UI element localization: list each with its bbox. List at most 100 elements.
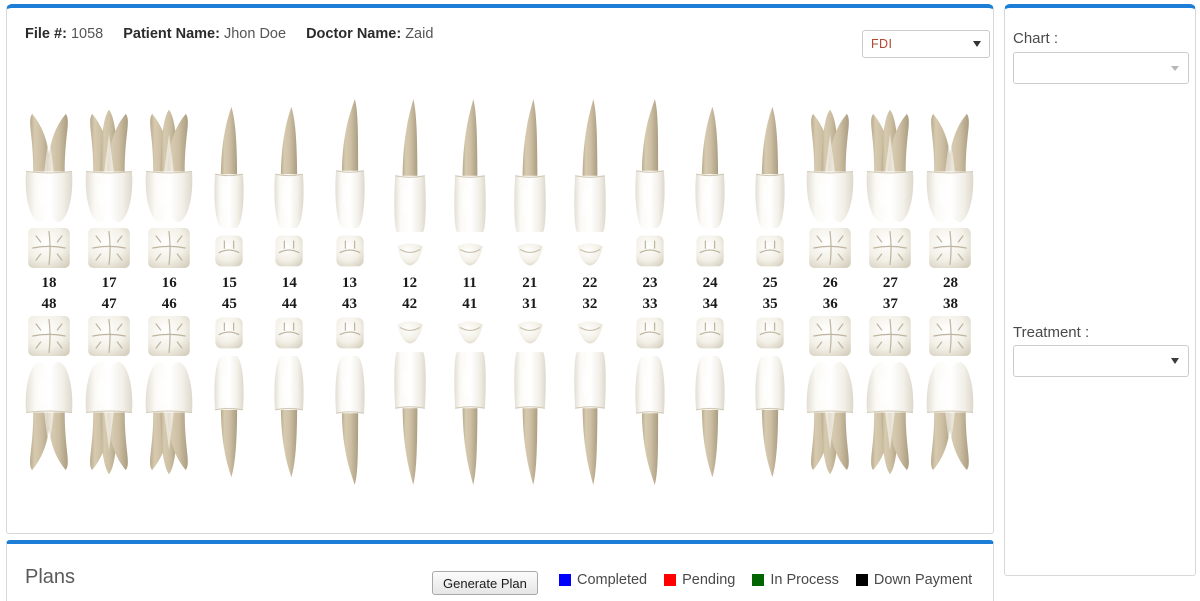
tooth-36[interactable] — [800, 311, 860, 479]
tooth-41[interactable] — [440, 311, 500, 489]
legend-item-in-process: In Process — [752, 572, 839, 588]
tooth-profile-view — [393, 352, 426, 485]
tooth-31[interactable] — [500, 311, 560, 489]
tooth-occlusal-view — [696, 235, 724, 267]
tooth-number-27[interactable]: 27 — [860, 275, 920, 292]
tooth-profile-view — [806, 109, 854, 222]
tooth-occlusal-view — [335, 317, 364, 349]
app-root: File #: 1058 Patient Name: Jhon Doe Doct… — [0, 0, 1200, 601]
tooth-number-14[interactable]: 14 — [259, 275, 319, 292]
doctor-name-value: Zaid — [405, 26, 434, 42]
file-number-group: File #: 1058 — [25, 26, 107, 42]
tooth-13[interactable] — [319, 95, 379, 273]
chart-treatment-sidebar: Chart : Treatment : — [1004, 4, 1196, 576]
tooth-occlusal-view — [148, 316, 191, 356]
notation-system-select[interactable]: FDI — [862, 30, 990, 58]
tooth-43[interactable] — [319, 311, 379, 489]
tooth-number-25[interactable]: 25 — [740, 275, 800, 292]
tooth-profile-view — [85, 362, 133, 475]
tooth-occlusal-view — [517, 321, 543, 344]
tooth-profile-view — [214, 106, 244, 228]
tooth-occlusal-view — [809, 228, 852, 268]
tooth-17[interactable] — [79, 105, 139, 273]
tooth-profile-view — [695, 356, 725, 478]
tooth-number-16[interactable]: 16 — [139, 275, 199, 292]
tooth-profile-view — [25, 113, 73, 222]
tooth-35[interactable] — [740, 311, 800, 481]
tooth-number-28[interactable]: 28 — [920, 275, 980, 292]
tooth-32[interactable] — [560, 311, 620, 489]
tooth-occlusal-view — [335, 235, 364, 267]
treatment-select-label: Treatment : — [1013, 324, 1090, 341]
chart-select[interactable] — [1013, 52, 1189, 84]
tooth-24[interactable] — [680, 103, 740, 273]
tooth-number-21[interactable]: 21 — [500, 275, 560, 292]
tooth-occlusal-view — [457, 321, 483, 344]
tooth-occlusal-view — [397, 243, 423, 266]
tooth-occlusal-view — [457, 243, 483, 266]
generate-plan-button[interactable]: Generate Plan — [432, 571, 538, 595]
tooth-22[interactable] — [560, 95, 620, 273]
tooth-48[interactable] — [19, 311, 79, 479]
tooth-44[interactable] — [259, 311, 319, 481]
tooth-11[interactable] — [440, 95, 500, 273]
tooth-profile-view — [85, 109, 133, 222]
tooth-occlusal-view — [28, 316, 70, 356]
tooth-28[interactable] — [920, 105, 980, 273]
tooth-profile-view — [695, 106, 725, 228]
tooth-occlusal-view — [577, 243, 603, 266]
tooth-27[interactable] — [860, 105, 920, 273]
doctor-name-label: Doctor Name: — [306, 26, 402, 42]
tooth-occlusal-view — [275, 317, 304, 349]
teeth-chart: 18 17 16 15 14 13 12 11 21 22 23 24 25 26 27 28 48 47 46 4… — [19, 68, 981, 530]
tooth-profile-view — [274, 356, 305, 478]
tooth-16[interactable] — [139, 105, 199, 273]
tooth-23[interactable] — [620, 95, 680, 273]
tooth-profile-view — [635, 99, 665, 228]
tooth-number-18[interactable]: 18 — [19, 275, 79, 292]
tooth-profile-view — [214, 356, 244, 478]
tooth-21[interactable] — [500, 95, 560, 273]
tooth-number-15[interactable]: 15 — [199, 275, 259, 292]
tooth-14[interactable] — [259, 103, 319, 273]
tooth-occlusal-view — [869, 316, 912, 356]
tooth-occlusal-view — [215, 235, 243, 267]
tooth-number-17[interactable]: 17 — [79, 275, 139, 292]
chevron-down-icon — [1171, 358, 1179, 364]
tooth-profile-view — [755, 356, 785, 478]
tooth-number-24[interactable]: 24 — [680, 275, 740, 292]
tooth-occlusal-view — [929, 228, 972, 268]
tooth-26[interactable] — [800, 105, 860, 273]
tooth-number-11[interactable]: 11 — [440, 275, 500, 292]
tooth-occlusal-view — [869, 228, 912, 268]
tooth-profile-view — [927, 362, 974, 471]
tooth-profile-view — [393, 99, 426, 232]
tooth-47[interactable] — [79, 311, 139, 479]
patient-name-value: Jhon Doe — [223, 26, 287, 42]
treatment-select[interactable] — [1013, 345, 1189, 377]
tooth-45[interactable] — [199, 311, 259, 481]
tooth-number-13[interactable]: 13 — [319, 275, 379, 292]
chevron-down-icon — [973, 41, 981, 47]
tooth-number-22[interactable]: 22 — [560, 275, 620, 292]
tooth-occlusal-view — [756, 317, 784, 349]
tooth-42[interactable] — [380, 311, 440, 489]
legend-label: Completed — [577, 572, 648, 588]
tooth-25[interactable] — [740, 103, 800, 273]
tooth-number-26[interactable]: 26 — [800, 275, 860, 292]
file-number-value: 1058 — [70, 26, 104, 42]
tooth-profile-view — [574, 99, 606, 232]
tooth-profile-view — [867, 109, 914, 222]
tooth-37[interactable] — [860, 311, 920, 479]
tooth-number-12[interactable]: 12 — [380, 275, 440, 292]
tooth-18[interactable] — [19, 105, 79, 273]
tooth-33[interactable] — [620, 311, 680, 489]
patient-name-group: Patient Name: Jhon Doe — [123, 26, 290, 42]
tooth-number-23[interactable]: 23 — [620, 275, 680, 292]
tooth-12[interactable] — [380, 95, 440, 273]
tooth-profile-view — [635, 356, 665, 485]
tooth-34[interactable] — [680, 311, 740, 481]
tooth-46[interactable] — [139, 311, 199, 479]
tooth-38[interactable] — [920, 311, 980, 479]
tooth-15[interactable] — [199, 103, 259, 273]
